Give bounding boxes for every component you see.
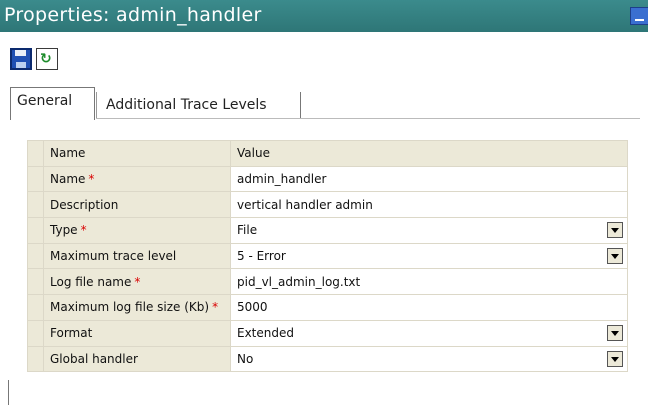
property-row-log-file-name: Log file name * pid_vl_admin_log.txt (27, 268, 628, 296)
row-gutter[interactable] (27, 242, 44, 270)
dropdown-arrow-icon[interactable] (607, 247, 623, 264)
required-marker: * (88, 172, 95, 187)
property-row-global-handler: Global handler No (27, 345, 628, 373)
select-value: Extended (237, 326, 294, 341)
right-edge-strip (640, 32, 648, 405)
header-name: Name (43, 140, 231, 167)
window-title: Properties: admin_handler (4, 4, 262, 26)
header-value: Value (230, 140, 628, 167)
label-text: Description (50, 197, 119, 212)
property-row-max-trace-level: Maximum trace level 5 - Error (27, 242, 628, 270)
toolbar: ↻ (0, 32, 640, 76)
row-gutter[interactable] (27, 217, 44, 244)
property-label: Log file name * (43, 268, 231, 296)
label-text: Log file name (50, 274, 132, 289)
property-label: Format (43, 319, 231, 347)
bottom-edge-strip (0, 382, 640, 405)
select-value: File (237, 223, 258, 238)
tab-general[interactable]: General (10, 87, 95, 120)
property-row-description: Description vertical handler admin (27, 191, 628, 219)
label-text: Global handler (50, 351, 138, 366)
property-row-format: Format Extended (27, 319, 628, 347)
required-marker: * (80, 223, 87, 238)
required-marker: * (134, 274, 141, 289)
description-field[interactable]: vertical handler admin (230, 191, 628, 219)
label-text: Format (50, 326, 93, 341)
tab-divider (96, 118, 640, 119)
property-label: Name * (43, 165, 231, 193)
max-log-size-field[interactable]: 5000 (230, 294, 628, 321)
property-label: Maximum log file size (Kb) * (43, 294, 231, 321)
property-label: Type * (43, 217, 231, 244)
property-row-max-log-size: Maximum log file size (Kb) * 5000 (27, 294, 628, 321)
row-gutter[interactable] (27, 319, 44, 347)
select-value: No (237, 351, 254, 366)
property-label: Description (43, 191, 231, 219)
dropdown-arrow-icon[interactable] (607, 324, 623, 341)
label-text: Maximum log file size (Kb) (50, 300, 210, 315)
bottom-divider (8, 380, 9, 405)
label-text: Maximum trace level (50, 249, 177, 264)
name-field[interactable]: admin_handler (230, 165, 628, 193)
row-gutter[interactable] (27, 165, 44, 193)
properties-grid: Name Value Name * admin_handler Descripti… (27, 140, 628, 373)
label-text: Name (50, 172, 86, 187)
row-gutter[interactable] (27, 191, 44, 219)
dropdown-arrow-icon[interactable] (607, 222, 623, 239)
max-trace-level-select[interactable]: 5 - Error (230, 242, 628, 270)
required-marker: * (212, 300, 219, 315)
minimize-icon[interactable] (630, 7, 648, 25)
format-select[interactable]: Extended (230, 319, 628, 347)
global-handler-select[interactable]: No (230, 345, 628, 373)
row-gutter[interactable] (27, 294, 44, 321)
save-icon[interactable] (10, 48, 32, 70)
log-file-name-field[interactable]: pid_vl_admin_log.txt (230, 268, 628, 296)
label-text: Type (50, 223, 78, 238)
property-label: Global handler (43, 345, 231, 373)
row-gutter (27, 140, 44, 167)
select-value: 5 - Error (237, 249, 286, 264)
title-bar: Properties: admin_handler (0, 0, 648, 32)
row-gutter[interactable] (27, 345, 44, 373)
type-select[interactable]: File (230, 217, 628, 244)
tab-additional-trace-levels[interactable]: Additional Trace Levels (96, 92, 301, 118)
property-label: Maximum trace level (43, 242, 231, 270)
dropdown-arrow-icon[interactable] (607, 350, 623, 367)
property-row-name: Name * admin_handler (27, 165, 628, 193)
refresh-icon[interactable]: ↻ (36, 48, 58, 70)
property-row-type: Type * File (27, 217, 628, 244)
grid-header-row: Name Value (27, 140, 628, 167)
tab-strip: General Additional Trace Levels (10, 87, 640, 120)
row-gutter[interactable] (27, 268, 44, 296)
